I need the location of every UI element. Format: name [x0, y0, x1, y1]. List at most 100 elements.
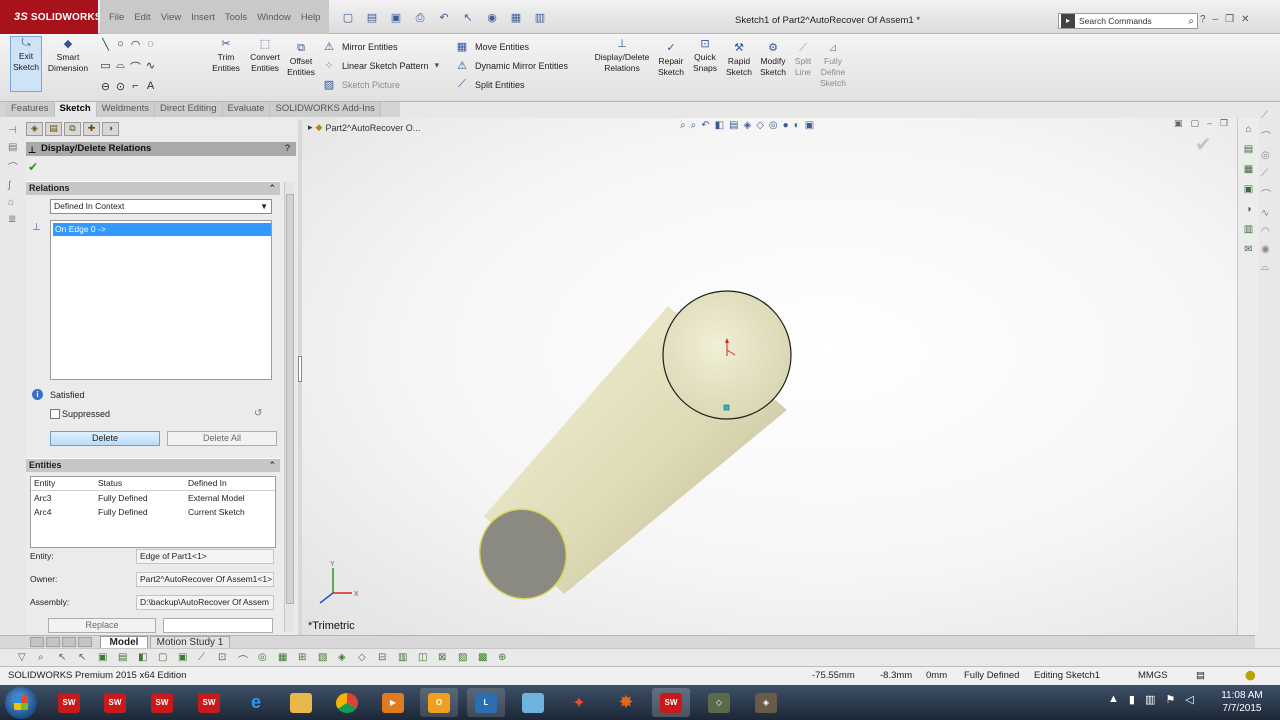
last-tab-icon[interactable] — [78, 637, 92, 647]
circle-icon[interactable]: ○ — [113, 38, 128, 59]
arc-icon[interactable]: ◠ — [128, 38, 143, 59]
fillet-icon[interactable]: ⊙ — [113, 80, 128, 101]
ellipse-icon[interactable]: ⊖ — [98, 80, 113, 101]
selection-filter-icon[interactable]: ▣ — [178, 652, 187, 663]
selection-filter-icon[interactable]: ◎ — [258, 652, 267, 663]
show-hidden-icons[interactable]: ▲ — [1108, 693, 1119, 706]
text-icon[interactable]: A — [143, 80, 158, 101]
minimize-icon[interactable]: – — [1213, 14, 1219, 25]
selection-filter-icon[interactable]: ▤ — [118, 652, 127, 663]
table-row[interactable]: Arc3 Fully Defined External Model — [31, 491, 275, 505]
tab-direct-editing[interactable]: Direct Editing — [155, 102, 223, 117]
feature-tree-icon[interactable]: ◈ — [26, 122, 43, 136]
notes-taskbar-button[interactable] — [514, 688, 552, 717]
sketch-picture-button[interactable]: ▨ Sketch Picture — [322, 78, 400, 91]
prev-tab-icon[interactable] — [46, 637, 60, 647]
selection-filter-icon[interactable]: ▨ — [458, 652, 467, 663]
options-icon[interactable]: ▥ — [532, 12, 548, 24]
property-manager-icon[interactable]: ▤ — [45, 122, 62, 136]
tool-icon-9[interactable]: ⌓ — [1261, 262, 1275, 273]
rebuild-status-icon[interactable]: ▤ — [1196, 670, 1205, 681]
pattern-dropdown-icon[interactable]: ▾ — [435, 60, 440, 71]
print-icon[interactable]: ⎙ — [412, 12, 428, 24]
tool-icon-3[interactable]: ◎ — [1261, 150, 1275, 161]
display-delete-relations-button[interactable]: ⊥ Display/Delete Relations — [590, 38, 654, 74]
app-taskbar-button[interactable]: ✦ — [560, 688, 598, 717]
point-icon[interactable]: ⌐ — [128, 80, 143, 101]
repair-sketch-button[interactable]: ✓ Repair Sketch — [656, 42, 686, 78]
suppressed-checkbox[interactable] — [50, 409, 60, 419]
selection-filter-icon[interactable]: ◇ — [358, 652, 366, 663]
chrome-taskbar-button[interactable] — [328, 688, 366, 717]
dimxpert-icon[interactable]: ✚ — [83, 122, 100, 136]
ok-check-icon[interactable]: ✔ — [28, 160, 38, 174]
menu-window[interactable]: Window — [252, 12, 296, 23]
menu-view[interactable]: View — [156, 12, 186, 23]
start-button[interactable] — [5, 687, 37, 719]
split-entities-button[interactable]: ⟋ Split Entities — [455, 78, 524, 91]
slot-icon[interactable]: ⌓ — [113, 59, 128, 80]
tool-icon-8[interactable]: ◉ — [1261, 244, 1275, 255]
tab-features[interactable]: Features — [6, 102, 55, 117]
app-taskbar-button[interactable]: ◈ — [747, 688, 785, 717]
flag-icon[interactable]: ⚑ — [1165, 693, 1175, 706]
split-line-button[interactable]: ⟋ Split Line — [790, 42, 816, 78]
sketch-tool-icon[interactable]: ⌒ — [8, 159, 22, 174]
close-icon[interactable]: ✕ — [1241, 14, 1249, 25]
outlook-taskbar-button[interactable]: O — [420, 688, 458, 717]
undo-suppress-icon[interactable]: ↺ — [254, 408, 262, 419]
relations-list[interactable]: On Edge 0 -> — [50, 220, 272, 380]
rebuild-icon[interactable]: ◉ — [484, 12, 500, 24]
selection-filter-icon[interactable]: ⟋ — [198, 652, 205, 663]
configuration-manager-icon[interactable]: ⧉ — [64, 122, 81, 136]
tool-icon-1[interactable]: ⟋ — [1261, 110, 1275, 121]
fully-define-sketch-button[interactable]: ⊿ Fully Define Sketch — [818, 42, 848, 89]
tool-icon-5[interactable]: ⌒ — [1261, 186, 1275, 201]
selection-filter-icon[interactable]: ▣ — [98, 652, 107, 663]
selection-filter-icon[interactable]: ▦ — [278, 652, 287, 663]
tab-weldments[interactable]: Weldments — [96, 102, 155, 117]
first-tab-icon[interactable] — [30, 637, 44, 647]
replace-field[interactable] — [163, 618, 273, 633]
menu-help[interactable]: Help — [296, 12, 326, 23]
view-palette-icon[interactable]: ▣ — [1242, 184, 1256, 198]
collapse-icon[interactable]: ⌃ — [268, 459, 276, 472]
next-tab-icon[interactable] — [62, 637, 76, 647]
selection-filter-icon[interactable]: ◫ — [418, 652, 427, 663]
tool-icon-7[interactable]: ◠ — [1261, 226, 1275, 237]
selection-filter-icon[interactable]: ⊠ — [438, 652, 446, 663]
selection-filter-icon[interactable]: ⊞ — [298, 652, 306, 663]
custom-properties-icon[interactable]: ▥ — [1242, 224, 1256, 238]
restore-icon[interactable]: ❐ — [1225, 14, 1234, 25]
quick-snaps-button[interactable]: ⊡ Quick Snaps — [690, 38, 720, 74]
solidworks-active-taskbar-button[interactable]: SW — [652, 688, 690, 717]
file-explorer-taskbar-button[interactable] — [282, 688, 320, 717]
convert-entities-button[interactable]: ⬚ Convert Entities — [246, 38, 284, 74]
circle-dropdown-icon[interactable]: ◌ — [143, 38, 158, 59]
selection-filter-icon[interactable]: ▢ — [158, 652, 167, 663]
volume-icon[interactable]: ◁ — [1185, 693, 1193, 706]
media-player-taskbar-button[interactable]: ▶ — [374, 688, 412, 717]
solidworks-2015-taskbar-button[interactable]: SW — [190, 688, 228, 717]
linear-sketch-pattern-button[interactable]: ⁘ Linear Sketch Pattern ▾ — [322, 59, 439, 72]
select-icon[interactable]: ↖ — [460, 12, 476, 24]
graphics-area[interactable]: ▸ ◆ Part2^AutoRecover O... ⌕ ⌕ ↶ ◧ ▤ ◈ ◇… — [302, 118, 1255, 635]
selection-filter-icon[interactable]: ⊟ — [378, 652, 386, 663]
smart-dimension-button[interactable]: ◆ Smart Dimension — [44, 38, 92, 74]
solidworks-taskbar-button[interactable]: SW — [143, 688, 181, 717]
tab-evaluate[interactable]: Evaluate — [222, 102, 271, 117]
appearances-icon[interactable]: ◑ — [1242, 204, 1256, 218]
selection-filter-icon[interactable]: ◧ — [138, 652, 147, 663]
save-icon[interactable]: ▣ — [388, 12, 404, 24]
polygon-icon[interactable]: ⌒ — [128, 59, 143, 80]
solidworks-taskbar-button[interactable]: SW — [50, 688, 88, 717]
selection-filter-icon[interactable]: ⌕ — [38, 652, 44, 663]
line-icon[interactable]: ╲ — [98, 38, 113, 59]
network-icon[interactable]: ▥ — [1145, 693, 1155, 706]
list-item[interactable]: On Edge 0 -> — [53, 223, 271, 236]
home-icon[interactable]: ⌂ — [1242, 124, 1256, 138]
solidworks-taskbar-button[interactable]: SW — [96, 688, 134, 717]
app-taskbar-button[interactable]: ✸ — [607, 688, 645, 717]
menu-insert[interactable]: Insert — [186, 12, 220, 23]
pm-scrollbar[interactable] — [284, 182, 294, 632]
